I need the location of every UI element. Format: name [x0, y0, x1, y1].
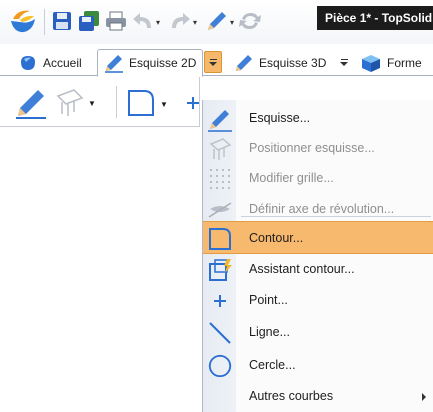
menu-item-label: Positionner esquisse...: [249, 141, 375, 155]
save-all-button[interactable]: [77, 8, 101, 36]
tab-accueil[interactable]: Accueil: [12, 49, 88, 76]
menu-item-ligne[interactable]: Ligne...: [203, 316, 433, 349]
line-icon: [207, 320, 233, 346]
menu-separator: [241, 216, 431, 217]
menu-dropdown-icon: [340, 58, 348, 66]
menu-item-autres-courbes[interactable]: Autres courbes: [203, 380, 433, 412]
sketch-pencil-icon: [234, 53, 254, 73]
ribbon-tab-bar: Accueil Esquisse 2D Esquisse 3D Forme: [0, 46, 433, 77]
menu-item-label: Modifier grille...: [249, 171, 334, 185]
contour-assistant-icon: [207, 257, 233, 283]
tab-esquisse-2d-menu-button[interactable]: [204, 51, 222, 73]
tab-label: Esquisse 2D: [129, 56, 197, 70]
chevron-down-icon[interactable]: ▾: [193, 18, 197, 27]
menu-item-esquisse[interactable]: Esquisse...: [203, 102, 433, 135]
menu-item-cercle[interactable]: Cercle...: [203, 349, 433, 382]
position-sketch-button[interactable]: ▼: [52, 86, 96, 121]
submenu-arrow-icon: [422, 393, 426, 401]
app-window: ▾ ▾ ▾ Pièce 1* - TopSolid Accueil Esquis…: [0, 0, 433, 412]
menu-item-label: Esquisse...: [249, 111, 311, 125]
contour-button[interactable]: ▼: [126, 88, 168, 121]
refresh-icon: [237, 9, 263, 36]
chevron-down-icon[interactable]: ▼: [160, 100, 168, 109]
sketch-pencil-icon: [104, 53, 124, 73]
cube-icon: [360, 53, 382, 73]
sketch-dropdown-menu: Esquisse... Positionner esquisse... Modi…: [202, 100, 433, 412]
menu-item-modifier-grille[interactable]: Modifier grille...: [203, 162, 433, 195]
undo-icon: [131, 10, 155, 35]
part-icon: [18, 53, 38, 73]
contour-icon: [126, 88, 156, 121]
menu-item-label: Point...: [249, 293, 288, 307]
sketch-pencil-icon: [14, 86, 48, 123]
menu-item-assistant-contour[interactable]: Assistant contour...: [203, 253, 433, 286]
regenerate-button[interactable]: [237, 8, 263, 36]
redo-button[interactable]: ▾: [168, 8, 197, 36]
print-button[interactable]: [104, 8, 128, 36]
tab-esquisse-3d[interactable]: Esquisse 3D: [228, 49, 332, 76]
printer-icon: [104, 10, 128, 35]
position-sketch-icon: [52, 86, 86, 121]
edit-tool-button[interactable]: ▾: [205, 8, 234, 36]
tab-esquisse-3d-menu-button[interactable]: [335, 51, 353, 73]
position-sketch-icon: [207, 136, 233, 162]
quick-access-toolbar: ▾ ▾ ▾ Pièce 1* - TopSolid: [0, 0, 433, 44]
menu-item-label: Contour...: [249, 231, 304, 245]
menu-item-label: Autres courbes: [249, 389, 334, 403]
tab-label: Esquisse 3D: [259, 55, 327, 70]
point-icon: [207, 288, 233, 314]
contour-icon: [207, 226, 233, 252]
save-icon: [51, 10, 73, 35]
topsolid-logo-icon: [8, 7, 38, 38]
undo-button[interactable]: ▾: [131, 8, 160, 36]
save-all-icon: [77, 9, 101, 36]
tab-label: Forme: [387, 55, 422, 70]
revolution-axis-icon: [207, 197, 233, 223]
menu-item-point[interactable]: Point...: [203, 284, 433, 317]
tab-label: Accueil: [43, 55, 82, 70]
menu-item-label: Assistant contour...: [249, 262, 355, 276]
redo-icon: [168, 10, 192, 35]
tab-forme[interactable]: Forme: [354, 49, 428, 76]
pencil-icon: [205, 9, 229, 36]
circle-icon: [207, 353, 233, 379]
menu-item-label: Cercle...: [249, 358, 296, 372]
chevron-down-icon[interactable]: ▾: [156, 18, 160, 27]
save-button[interactable]: [51, 8, 73, 36]
chevron-down-icon[interactable]: ▼: [88, 99, 96, 108]
window-title: Pièce 1* - TopSolid: [317, 6, 433, 30]
sketch-button[interactable]: [14, 86, 48, 123]
point-icon: [186, 96, 200, 113]
menu-item-contour[interactable]: Contour...: [203, 221, 433, 254]
tab-esquisse-2d[interactable]: Esquisse 2D: [97, 49, 204, 77]
menu-item-label: Ligne...: [249, 325, 291, 339]
sketch-pencil-icon: [207, 106, 233, 132]
menu-item-positionner-esquisse[interactable]: Positionner esquisse...: [203, 132, 433, 165]
chevron-down-icon[interactable]: ▾: [230, 18, 234, 27]
app-menu-button[interactable]: [8, 8, 38, 36]
menu-item-label: Définir axe de révolution...: [249, 202, 395, 216]
menu-dropdown-icon: [209, 58, 217, 66]
point-button[interactable]: [186, 96, 200, 113]
grid-icon: [207, 166, 233, 192]
